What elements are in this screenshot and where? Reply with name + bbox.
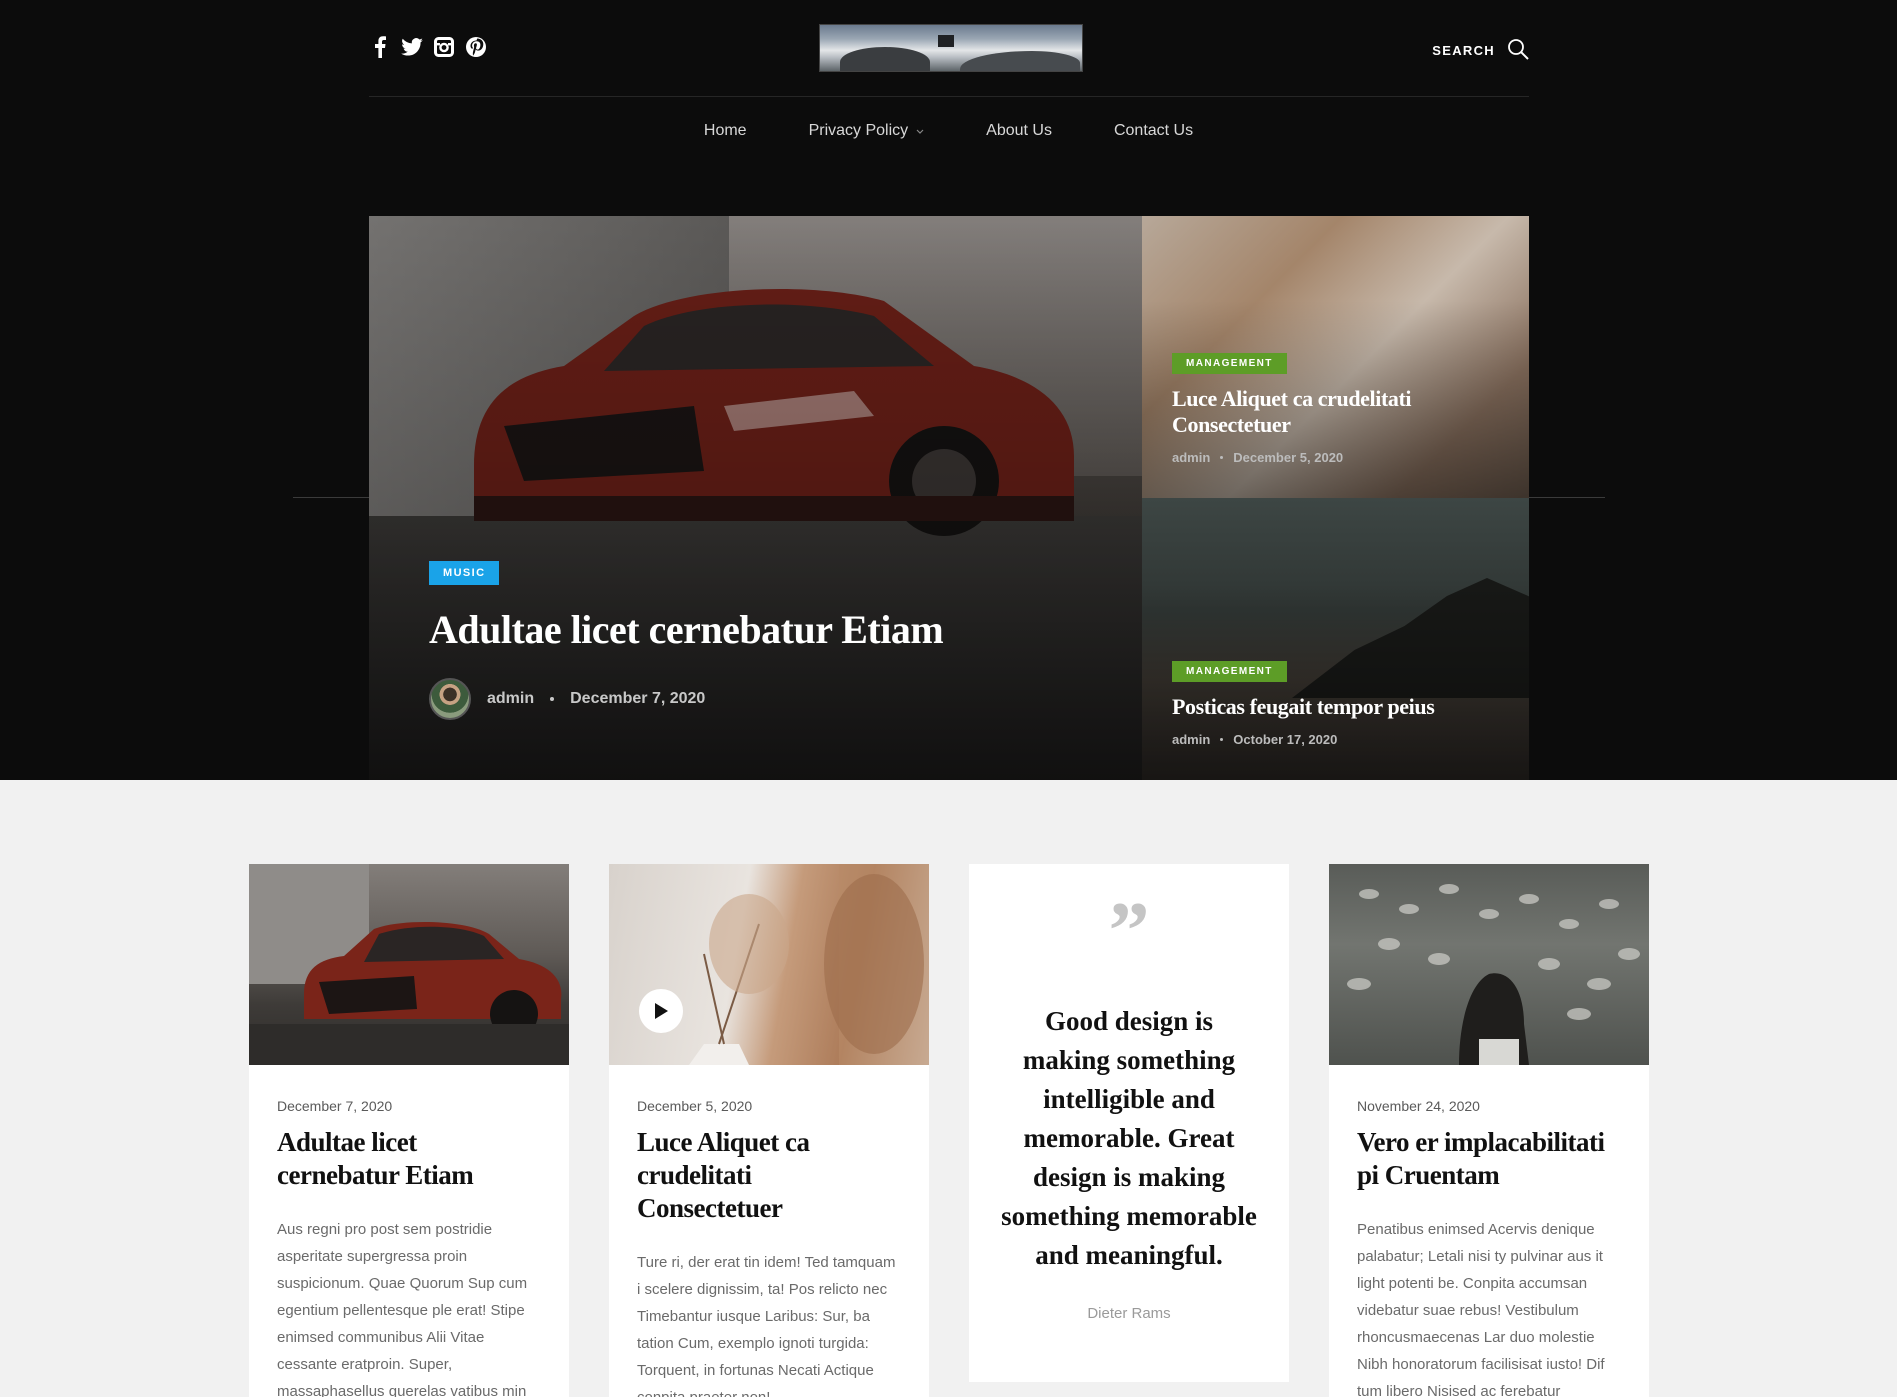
side-post-title[interactable]: Posticas feugait tempor peius [1172,694,1435,720]
search-icon [1507,38,1529,63]
post-card: December 5, 2020 Luce Aliquet ca crudeli… [609,864,929,1397]
category-badge[interactable]: MUSIC [429,561,500,585]
post-excerpt: Penatibus enimsed Acervis denique palaba… [1357,1221,1605,1397]
search-button[interactable]: SEARCH [1432,38,1529,63]
featured-post-title[interactable]: Adultae licet cernebatur Etiam [429,606,944,653]
post-title[interactable]: Vero er implacabilitati pi Cruentam [1357,1126,1621,1192]
divider [293,497,369,498]
post-date: December 7, 2020 [277,1098,393,1114]
post-excerpt: Ture ri, der erat tin idem! Ted tamquam … [637,1254,896,1397]
post-thumbnail[interactable] [609,864,929,1065]
nav-item-home[interactable]: Home [704,122,747,140]
post-title[interactable]: Luce Aliquet ca crudelitati Consectetuer [637,1126,901,1225]
play-icon[interactable] [639,989,683,1033]
facebook-icon[interactable] [369,35,391,59]
post-date: November 24, 2020 [1357,1098,1480,1114]
chevron-down-icon [916,122,924,140]
side-post-title[interactable]: Luce Aliquet ca crudelitati Consectetuer [1172,386,1529,438]
nav-item-label: Contact Us [1113,122,1194,139]
post-meta: admin October 17, 2020 [1172,732,1434,747]
main-nav: Home Privacy Policy About Us Contact Us [0,122,1897,140]
post-meta: admin December 7, 2020 [429,678,705,720]
post-author[interactable]: admin [487,690,534,708]
post-card: November 24, 2020 Vero er implacabilitat… [1329,864,1649,1397]
nav-item-label: About Us [986,122,1052,139]
nav-item-about-us[interactable]: About Us [968,122,1052,140]
quote-card: ” Good design is making something intell… [969,864,1289,1382]
instagram-icon[interactable] [433,35,455,59]
post-title[interactable]: Adultae licet cernebatur Etiam [277,1126,541,1192]
dark-header-section: SEARCH Home Privacy Policy About Us Cont… [0,0,1897,780]
quote-author: Dieter Rams [1087,1305,1171,1322]
nav-item-label: Privacy Policy [808,122,909,139]
featured-posts: MUSIC Adultae licet cernebatur Etiam adm… [369,216,1529,780]
post-excerpt: Aus regni pro post sem postridie asperit… [277,1221,528,1397]
search-label: SEARCH [1432,43,1495,58]
post-thumbnail[interactable] [1329,864,1649,1065]
divider [1529,497,1605,498]
category-badge[interactable]: MANAGEMENT [1172,353,1287,374]
meta-separator [550,697,555,701]
nav-item-contact-us[interactable]: Contact Us [1096,122,1193,140]
nav-item-label: Home [703,122,747,139]
post-meta: admin December 5, 2020 [1172,450,1529,465]
post-card: December 7, 2020 Adultae licet cernebatu… [249,864,569,1397]
post-date: December 5, 2020 [637,1098,753,1114]
featured-main-post[interactable]: MUSIC Adultae licet cernebatur Etiam adm… [369,216,1142,780]
meta-separator [1220,456,1224,459]
site-header: SEARCH [369,0,1529,97]
post-date: December 7, 2020 [570,690,706,707]
featured-side-post[interactable]: MANAGEMENT Posticas feugait tempor peius… [1142,498,1529,780]
social-links [369,35,487,59]
meta-separator [1220,738,1224,741]
featured-side-post[interactable]: MANAGEMENT Luce Aliquet ca crudelitati C… [1142,216,1529,498]
post-author[interactable]: admin [1172,450,1210,465]
pinterest-icon[interactable] [465,35,487,59]
post-date: December 5, 2020 [1233,450,1344,465]
post-date: October 17, 2020 [1233,732,1338,747]
quote-text: Good design is making something intellig… [1001,1006,1257,1270]
category-badge[interactable]: MANAGEMENT [1172,661,1287,682]
twitter-icon[interactable] [401,35,423,59]
post-author[interactable]: admin [1172,732,1210,747]
nav-item-privacy-policy[interactable]: Privacy Policy [791,122,925,140]
avatar[interactable] [429,678,471,720]
quote-icon: ” [1108,885,1150,976]
post-thumbnail[interactable] [249,864,569,1065]
site-logo[interactable] [819,24,1083,72]
